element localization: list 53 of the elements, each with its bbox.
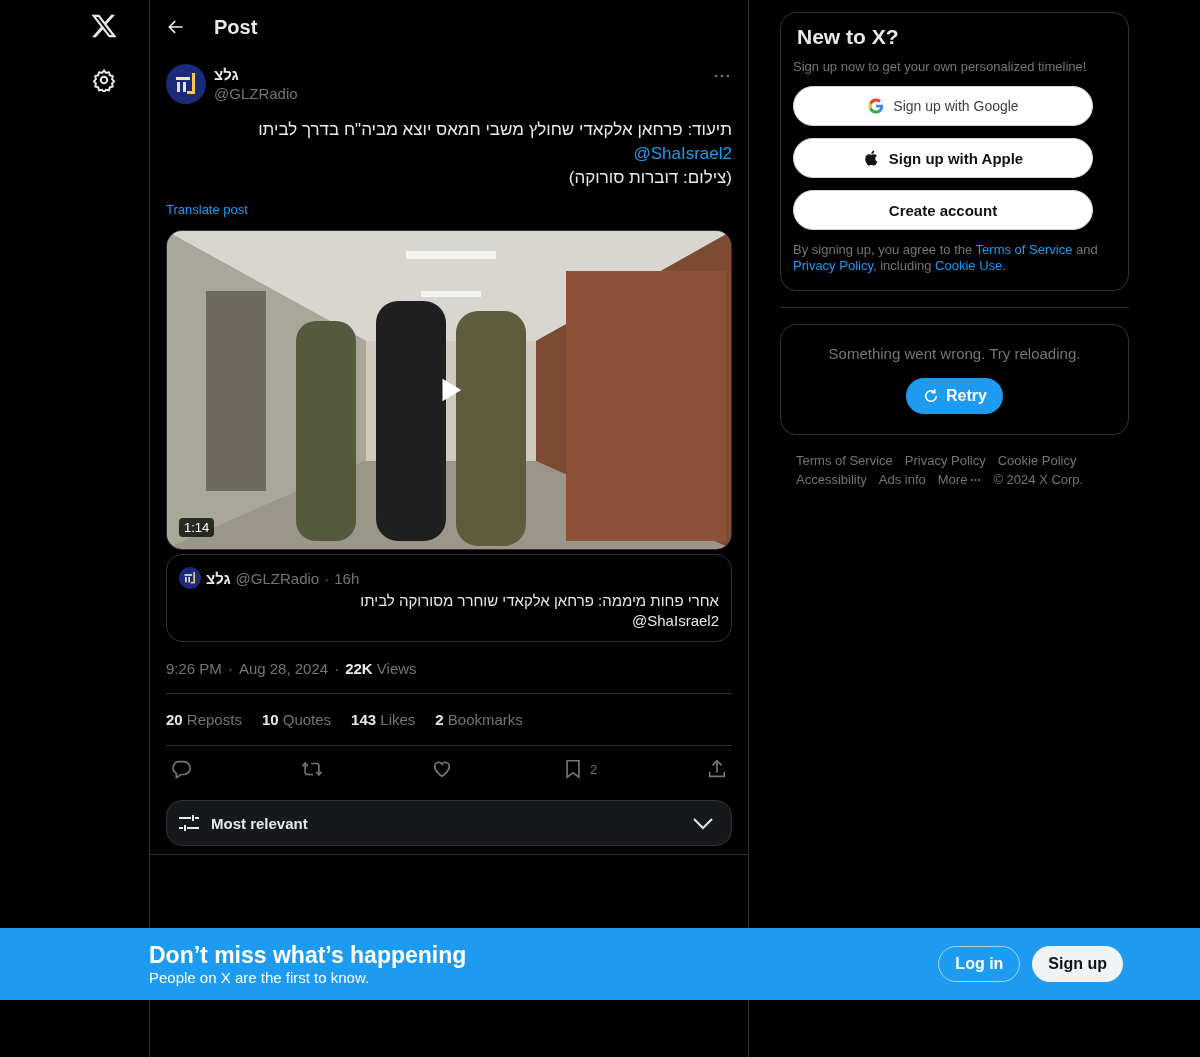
mention-link[interactable]: @ShaIsrael2 xyxy=(633,142,732,166)
google-icon xyxy=(867,97,886,115)
share-icon[interactable] xyxy=(706,758,728,780)
separator-dot: · xyxy=(324,569,330,587)
ellipsis-icon xyxy=(970,477,982,482)
banner-title: Don’t miss what’s happening xyxy=(149,942,467,969)
reply-icon[interactable] xyxy=(170,758,192,780)
settings-icon[interactable] xyxy=(92,68,116,92)
signup-button[interactable]: Sign up with Apple xyxy=(793,138,1093,178)
separator-dot: · xyxy=(227,660,233,677)
quoted-author-handle: @GLZRadio xyxy=(235,569,320,587)
post-time: 9:26 PM xyxy=(166,660,222,677)
error-message: Something went wrong. Try reloading. xyxy=(828,345,1081,362)
separator-dot: · xyxy=(334,660,340,677)
bookmark-button[interactable]: 2 xyxy=(562,758,598,780)
stat-link[interactable]: 20 Reposts xyxy=(166,711,242,728)
footer-link[interactable]: Accessibility xyxy=(796,472,867,487)
page-title: Post xyxy=(214,15,258,39)
video-duration: 1:14 xyxy=(179,518,215,537)
quoted-post-time: 16h xyxy=(334,569,360,587)
quoted-post-text: @ShaIsrael2 xyxy=(632,611,719,631)
translate-link[interactable]: Translate post xyxy=(166,202,248,217)
stat-link[interactable]: 143 Likes xyxy=(351,711,416,728)
signup-button[interactable]: Sign up xyxy=(1032,946,1123,982)
footer-link[interactable]: More xyxy=(937,472,982,487)
sort-dropdown[interactable]: Most relevant xyxy=(166,800,732,846)
legal-text: By signing up, you agree to the Terms of Service and Privacy Policy, including Cookie Use. xyxy=(793,242,1099,274)
view-count: 22K Views xyxy=(345,660,417,677)
card-title: New to X? xyxy=(797,25,900,49)
legal-link[interactable]: Privacy Policy xyxy=(793,258,873,273)
avatar-icon xyxy=(179,567,201,589)
author-name[interactable]: גלצ xyxy=(214,66,239,83)
footer-link[interactable]: Ads info xyxy=(878,472,926,487)
footer-link[interactable]: Cookie Policy xyxy=(997,453,1077,468)
x-logo-icon[interactable] xyxy=(90,12,118,40)
legal-link[interactable]: Terms of Service xyxy=(975,242,1073,257)
author-handle[interactable]: @GLZRadio xyxy=(214,85,298,102)
legal-link[interactable]: Cookie Use. xyxy=(935,258,1006,273)
post-text: (צילום: דוברות סורוקה) xyxy=(568,167,732,189)
banner-subtitle: People on X are the first to know. xyxy=(149,969,371,986)
post-date: Aug 28, 2024 xyxy=(238,660,329,677)
card-subtitle: Sign up now to get your own personalized timeline! xyxy=(793,59,1088,74)
footer-link[interactable]: Privacy Policy xyxy=(904,453,986,468)
stat-link[interactable]: 10 Quotes xyxy=(261,711,332,728)
create-account-button[interactable]: Create account xyxy=(793,190,1093,230)
signup-button[interactable]: Sign up with Google xyxy=(793,86,1093,126)
footer-link[interactable]: Terms of Service xyxy=(796,453,893,468)
copyright-text: © 2024 X Corp. xyxy=(993,472,1084,487)
quoted-post-text: אחרי פחות מיממה: פרחאן אלקאדי שוחרר מסורוקה לביתו xyxy=(360,591,719,611)
quoted-author-name: גלצ xyxy=(206,569,231,587)
stat-link[interactable]: 2 Bookmarks xyxy=(435,711,523,728)
avatar-icon xyxy=(166,64,206,104)
post-text: תיעוד: פרחאן אלקאדי שחולץ משבי חמאס יוצא מביה"ח בדרך לביתו xyxy=(258,119,732,141)
